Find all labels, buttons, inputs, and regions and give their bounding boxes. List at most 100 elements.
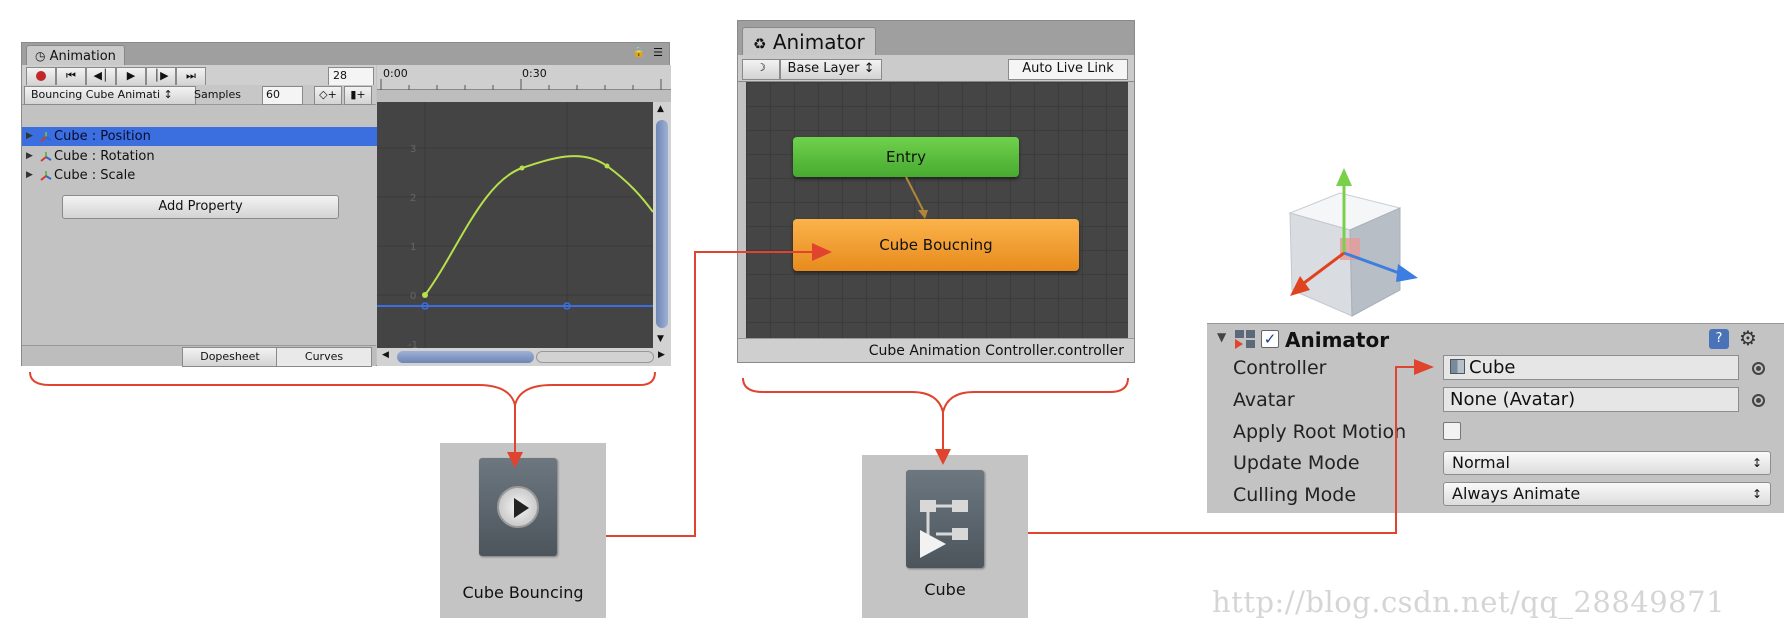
gizmo-y-arrow-icon[interactable] xyxy=(1336,168,1352,186)
horizontal-scroll-track[interactable] xyxy=(536,351,654,363)
expand-triangle-icon[interactable]: ▶ xyxy=(26,127,33,146)
lock-icon[interactable]: 🔒 xyxy=(633,47,645,58)
tab-animation[interactable]: ◷ Animation xyxy=(26,45,125,66)
last-key-button[interactable]: ⏭ xyxy=(176,67,206,86)
tab-animator[interactable]: ♻ Animator xyxy=(742,27,876,56)
controller-value: Cube xyxy=(1469,357,1516,378)
clip-toolbar: Bouncing Cube Animati ↕ Samples 60 ◇+ ▮+ xyxy=(22,85,376,105)
update-mode-select[interactable]: Normal ↕ xyxy=(1443,451,1771,475)
timeline-ticks xyxy=(380,79,662,90)
event-strip[interactable] xyxy=(377,90,671,102)
animator-controller-label: Cube xyxy=(924,580,966,599)
scroll-up-icon[interactable]: ▲ xyxy=(657,104,664,114)
scroll-left-icon[interactable]: ◀ xyxy=(382,350,389,360)
cube-bouncing-state[interactable]: Cube Boucning xyxy=(793,219,1079,271)
animator-toolbar: ☽ Base Layer ↕ Auto Live Link xyxy=(738,55,1134,82)
play-circle-icon xyxy=(497,486,539,528)
update-mode-value: Normal xyxy=(1452,453,1510,472)
skip-start-icon: ⏮ xyxy=(66,69,76,82)
animation-tab-label: Animation xyxy=(49,49,116,64)
prev-key-button[interactable]: ◀│ xyxy=(86,67,116,86)
expand-triangle-icon[interactable]: ▶ xyxy=(26,166,33,185)
avatar-picker-icon[interactable] xyxy=(1752,394,1765,407)
culling-mode-select[interactable]: Always Animate ↕ xyxy=(1443,482,1771,506)
layers-toggle-button[interactable]: ☽ xyxy=(742,59,780,80)
cube-object[interactable] xyxy=(1270,168,1440,328)
playback-toolbar: ⏮ ◀│ ▶ │▶ ⏭ 28 xyxy=(22,65,376,86)
timeline-ruler[interactable]: 0:00 0:30 xyxy=(377,65,671,90)
curve-y-label: 3 xyxy=(410,144,416,155)
property-label: Cube : Position xyxy=(54,129,151,144)
apply-root-motion-label: Apply Root Motion xyxy=(1233,421,1407,443)
property-row-position[interactable]: ▶ Cube : Position xyxy=(22,127,408,146)
animator-controller-asset[interactable]: Cube xyxy=(862,455,1028,618)
add-keyframe-button[interactable]: ◇+ xyxy=(314,86,342,105)
step-back-icon: ◀│ xyxy=(93,69,109,82)
curve-keyframes[interactable] xyxy=(422,163,610,299)
clip-select[interactable]: Bouncing Cube Animati ↕ xyxy=(24,86,196,105)
property-row-rotation[interactable]: ▶ Cube : Rotation xyxy=(22,147,408,166)
culling-mode-value: Always Animate xyxy=(1452,484,1581,503)
play-button[interactable]: ▶ xyxy=(116,67,146,86)
component-header: ▼ ✓ Animator ? ⚙ xyxy=(1207,324,1784,354)
samples-label: Samples xyxy=(194,88,241,101)
tab-dopesheet[interactable]: Dopesheet xyxy=(182,347,278,367)
auto-live-link-button[interactable]: Auto Live Link xyxy=(1008,59,1128,80)
animator-controller-icon xyxy=(906,470,984,568)
controller-picker-icon[interactable] xyxy=(1752,362,1765,375)
curve-y-label: 0 xyxy=(410,291,416,302)
vertical-scrollbar[interactable]: ▲ ▼ xyxy=(653,102,671,348)
add-event-icon: ▮+ xyxy=(350,88,366,101)
scroll-down-icon[interactable]: ▼ xyxy=(657,334,664,344)
animator-inspector: ▼ ✓ Animator ? ⚙ Controller Cube Avatar … xyxy=(1207,323,1784,513)
tab-curves[interactable]: Curves xyxy=(276,347,372,367)
play-triangle-icon xyxy=(514,498,529,518)
controller-path: Cube Animation Controller.controller xyxy=(738,338,1134,362)
update-mode-label: Update Mode xyxy=(1233,452,1360,474)
property-row-scale[interactable]: ▶ Cube : Scale xyxy=(22,166,408,185)
animator-tabbar: ♻ Animator xyxy=(738,21,1134,56)
animator-icon: ♻ xyxy=(753,35,767,53)
position-y-curve[interactable] xyxy=(424,155,654,296)
curve-y-label: 1 xyxy=(410,242,416,253)
state-graph[interactable]: Entry Cube Boucning xyxy=(746,82,1128,338)
samples-field[interactable]: 60 xyxy=(262,86,303,105)
gear-icon[interactable]: ⚙ xyxy=(1739,326,1757,350)
culling-mode-label: Culling Mode xyxy=(1233,484,1357,506)
scroll-right-icon[interactable]: ▶ xyxy=(658,350,665,360)
curve-editor[interactable]: 3 2 1 0 -1 xyxy=(377,102,654,351)
animator-component-icon xyxy=(1235,330,1255,349)
clock-icon: ◷ xyxy=(35,49,46,63)
layer-select[interactable]: Base Layer ↕ xyxy=(780,59,882,80)
expand-triangle-icon[interactable]: ▶ xyxy=(26,147,33,166)
help-book-icon[interactable]: ? xyxy=(1709,329,1729,349)
watermark: http://blog.csdn.net/qq_28849871 xyxy=(1212,585,1726,619)
foldout-triangle-icon[interactable]: ▼ xyxy=(1217,330,1226,344)
entry-transition[interactable] xyxy=(746,82,1128,338)
horizontal-scroll-thumb[interactable] xyxy=(397,351,534,363)
animation-tabbar: ◷ Animation 🔒 ☰ xyxy=(22,43,669,66)
avatar-field[interactable]: None (Avatar) xyxy=(1443,387,1739,412)
record-icon xyxy=(36,71,46,81)
gizmo-z-arrow-icon[interactable] xyxy=(1396,264,1418,282)
animation-clip-asset[interactable]: Cube Bouncing xyxy=(440,443,606,618)
add-key-icon: ◇+ xyxy=(319,88,337,101)
skip-end-icon: ⏭ xyxy=(186,69,196,82)
menu-icon[interactable]: ☰ xyxy=(653,46,663,59)
controller-label: Controller xyxy=(1233,357,1327,379)
add-property-button[interactable]: Add Property xyxy=(62,195,339,219)
frame-field[interactable]: 28 xyxy=(328,67,374,86)
vertical-scroll-thumb[interactable] xyxy=(656,120,668,328)
apply-root-motion-checkbox[interactable] xyxy=(1443,422,1461,440)
record-button[interactable] xyxy=(26,67,56,86)
add-event-button[interactable]: ▮+ xyxy=(344,86,372,105)
component-enabled-checkbox[interactable]: ✓ xyxy=(1261,330,1279,348)
first-key-button[interactable]: ⏮ xyxy=(56,67,86,86)
avatar-label: Avatar xyxy=(1233,389,1295,411)
horizontal-scrollbar[interactable]: ◀ ▶ xyxy=(377,348,671,366)
transform-axis-icon xyxy=(40,132,52,142)
controller-field[interactable]: Cube xyxy=(1443,355,1739,380)
eye-icon: ☽ xyxy=(756,61,766,74)
curve-graph: 3 2 1 0 -1 xyxy=(377,102,654,351)
next-key-button[interactable]: │▶ xyxy=(146,67,176,86)
